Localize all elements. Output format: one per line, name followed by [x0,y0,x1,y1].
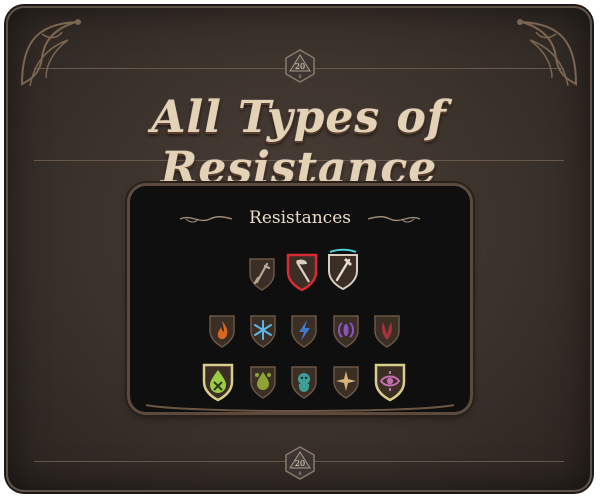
corner-ornament-left [20,19,81,87]
flourish-right-icon [367,216,421,223]
cold-resistance-icon[interactable] [248,313,278,349]
lightning-resistance-icon[interactable] [289,313,319,349]
slashing-resistance-icon[interactable] [285,252,319,292]
tooltip-frame: 20 8 All Types of Resistance Resistances [6,6,592,492]
svg-text:8: 8 [298,471,301,477]
force-resistance-icon[interactable] [373,362,407,402]
fire-resistance-icon[interactable] [207,313,237,349]
d20-icon-bottom: 20 8 [285,446,315,480]
radiant-resistance-icon[interactable] [331,364,361,400]
d20-number: 20 [295,62,305,71]
resistances-panel: Resistances [130,186,470,412]
svg-text:8: 8 [298,74,301,80]
piercing-resistance-icon[interactable] [247,256,277,292]
thunder-resistance-icon[interactable] [331,313,361,349]
d20-number-bottom: 20 [295,459,305,468]
d20-icon: 20 8 [285,49,315,83]
poison-resistance-icon[interactable] [201,362,235,402]
panel-bottom-edge [145,404,455,412]
psychic-resistance-icon[interactable] [289,364,319,400]
corner-ornament-right [517,19,578,87]
bludgeoning-resistance-icon[interactable] [326,248,360,291]
acid-resistance-icon[interactable] [248,364,278,400]
page-title: All Types of Resistance [151,92,447,194]
necrotic-resistance-icon[interactable] [372,313,402,349]
